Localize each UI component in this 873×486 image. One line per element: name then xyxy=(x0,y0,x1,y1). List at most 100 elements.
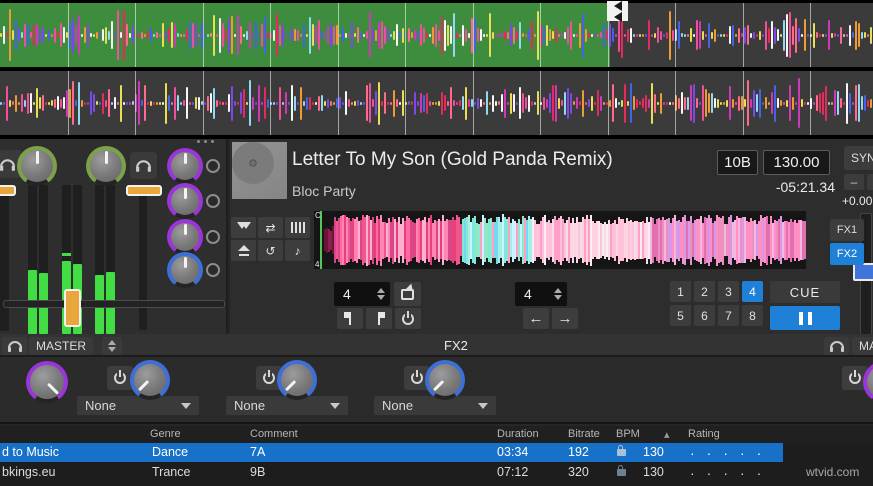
master-label-right[interactable]: MASTER xyxy=(852,337,873,355)
column-header-duration[interactable]: Duration xyxy=(497,428,539,440)
master-label-left[interactable]: MASTER xyxy=(29,337,94,355)
loop-toggle-button[interactable] xyxy=(394,282,421,306)
fx-unit2-meta-knob[interactable] xyxy=(277,360,317,400)
bpm-lock-icon[interactable] xyxy=(617,465,626,476)
eq-mid-knob[interactable] xyxy=(167,183,203,219)
crossfader-track[interactable] xyxy=(3,300,225,308)
vinyl-icon xyxy=(232,142,274,184)
volume-fader-right[interactable] xyxy=(139,185,147,330)
fx-header-bar: MASTER FX2 MASTER xyxy=(0,334,873,357)
fx-section-title: FX2 xyxy=(444,338,468,353)
spinner-arrows-icon xyxy=(108,336,116,356)
pitch-fader-handle[interactable] xyxy=(853,263,873,281)
pitch-plus-button[interactable]: + xyxy=(867,174,873,190)
fx-unit1-meta-knob[interactable] xyxy=(130,360,170,400)
sync-button[interactable]: SYNC xyxy=(844,146,873,170)
gain-knob-deck1[interactable] xyxy=(17,146,57,186)
hotcue-8-button[interactable]: 8 xyxy=(742,305,763,326)
gain-knob-deck2[interactable] xyxy=(86,146,126,186)
beatjump-back-button[interactable]: ← xyxy=(523,308,549,329)
fx-unit3-effect-select[interactable]: None xyxy=(374,396,496,415)
slip-mode-button[interactable]: ↺ xyxy=(258,240,283,261)
beatjump-forward-button[interactable]: → xyxy=(552,308,578,329)
play-marker-icon xyxy=(607,0,628,22)
column-header-genre[interactable]: Genre xyxy=(150,428,181,440)
loop-out-button[interactable] xyxy=(366,308,392,329)
cell-comment: 7A xyxy=(250,445,266,459)
filter-knob[interactable] xyxy=(167,252,203,288)
column-header-bitrate[interactable]: Bitrate xyxy=(568,428,600,440)
headphone-icon xyxy=(136,160,151,172)
volume-fader-left[interactable] xyxy=(0,190,9,331)
waveform-deck2[interactable] xyxy=(0,71,873,135)
library-row-selected[interactable]: d to Music Dance 7A 03:34 192 130 ····· xyxy=(0,443,873,462)
crossfader-handle[interactable] xyxy=(64,289,81,327)
headphone-cue-button-mid[interactable] xyxy=(130,152,157,179)
pause-icon xyxy=(798,311,803,325)
eq-low-knob[interactable] xyxy=(167,219,203,255)
loop-in-button[interactable] xyxy=(337,308,363,329)
eq-kill-button[interactable] xyxy=(206,230,220,244)
cell-duration: 07:12 xyxy=(497,465,529,479)
vu-meter xyxy=(106,185,115,334)
fx2-assign-button[interactable]: FX2 xyxy=(830,243,864,265)
beatjump-size-spinbox[interactable]: 4 xyxy=(515,282,567,306)
pitch-value-display: +0.00 xyxy=(842,194,873,208)
reloop-button[interactable] xyxy=(395,308,421,329)
bpm-display: 130.00 xyxy=(763,150,830,175)
album-art xyxy=(232,142,287,199)
hotcue-1-button[interactable]: 1 xyxy=(670,281,691,302)
power-icon xyxy=(402,310,414,325)
beatgrid-button[interactable] xyxy=(285,217,310,238)
chevron-down-icon xyxy=(181,402,191,414)
chevron-down-icon xyxy=(478,402,488,414)
column-header-comment[interactable]: Comment xyxy=(250,428,298,440)
hotcue-7-button[interactable]: 7 xyxy=(718,305,739,326)
loop-size-spinbox[interactable]: 4 xyxy=(334,282,390,306)
cell-comment: 9B xyxy=(250,465,266,479)
library-row[interactable]: bkings.eu Trance 9B 07:12 320 130 ····· xyxy=(0,463,873,482)
cell-bitrate: 192 xyxy=(568,445,589,459)
repeat-button[interactable]: ⇄ xyxy=(258,217,283,238)
cell-rating[interactable]: ····· xyxy=(690,445,773,461)
column-header-bpm[interactable]: BPM xyxy=(616,428,640,440)
eq-kill-button[interactable] xyxy=(206,159,220,173)
master-spinner[interactable] xyxy=(102,337,122,355)
headphone-master-button-right[interactable] xyxy=(824,337,849,355)
headmix-knob-left[interactable] xyxy=(26,361,68,403)
spinner-arrows-icon[interactable] xyxy=(377,284,385,304)
quantize-button[interactable] xyxy=(231,217,256,238)
fx1-assign-button[interactable]: FX1 xyxy=(830,219,864,241)
hotcue-4-button[interactable]: 4 xyxy=(742,281,763,302)
eq-high-knob[interactable] xyxy=(167,148,203,184)
volume-fader-left-handle[interactable] xyxy=(0,185,16,196)
fx-unit1-effect-value: None xyxy=(85,398,117,413)
column-header-rating[interactable]: Rating xyxy=(688,428,720,440)
fx-unit1-effect-select[interactable]: None xyxy=(77,396,199,415)
hotcue-3-button[interactable]: 3 xyxy=(718,281,739,302)
panel-menu-dots-icon[interactable] xyxy=(197,140,214,143)
eq-kill-button[interactable] xyxy=(206,194,220,208)
overview-waveform[interactable]: C 4 xyxy=(314,211,806,269)
time-remaining-display: -05:21.34 xyxy=(775,179,835,195)
eject-button[interactable] xyxy=(231,240,256,261)
filter-kill-button[interactable] xyxy=(206,263,220,277)
play-pause-button[interactable] xyxy=(770,306,840,330)
cell-rating[interactable]: ····· xyxy=(690,465,773,481)
fx-unit2-effect-select[interactable]: None xyxy=(226,396,348,415)
hotcue-5-button[interactable]: 5 xyxy=(670,305,691,326)
waveform-deck1[interactable] xyxy=(0,3,873,67)
hotcue-2-button[interactable]: 2 xyxy=(694,281,715,302)
track-title: Letter To My Son (Gold Panda Remix) xyxy=(292,149,613,170)
volume-fader-right-handle[interactable] xyxy=(126,185,162,196)
cue-button[interactable]: CUE xyxy=(770,281,840,303)
keylock-button[interactable]: ♪ xyxy=(285,240,310,261)
hotcue-6-button[interactable]: 6 xyxy=(694,305,715,326)
spinner-arrows-icon[interactable] xyxy=(554,284,562,304)
pitch-minus-button[interactable]: – xyxy=(844,174,864,190)
headphone-master-button-left[interactable] xyxy=(2,337,27,355)
cell-genre: Trance xyxy=(152,465,191,479)
bpm-lock-icon[interactable] xyxy=(617,445,626,456)
fx-unit3-meta-knob[interactable] xyxy=(425,360,465,400)
repeat-icon: ⇄ xyxy=(265,220,276,235)
